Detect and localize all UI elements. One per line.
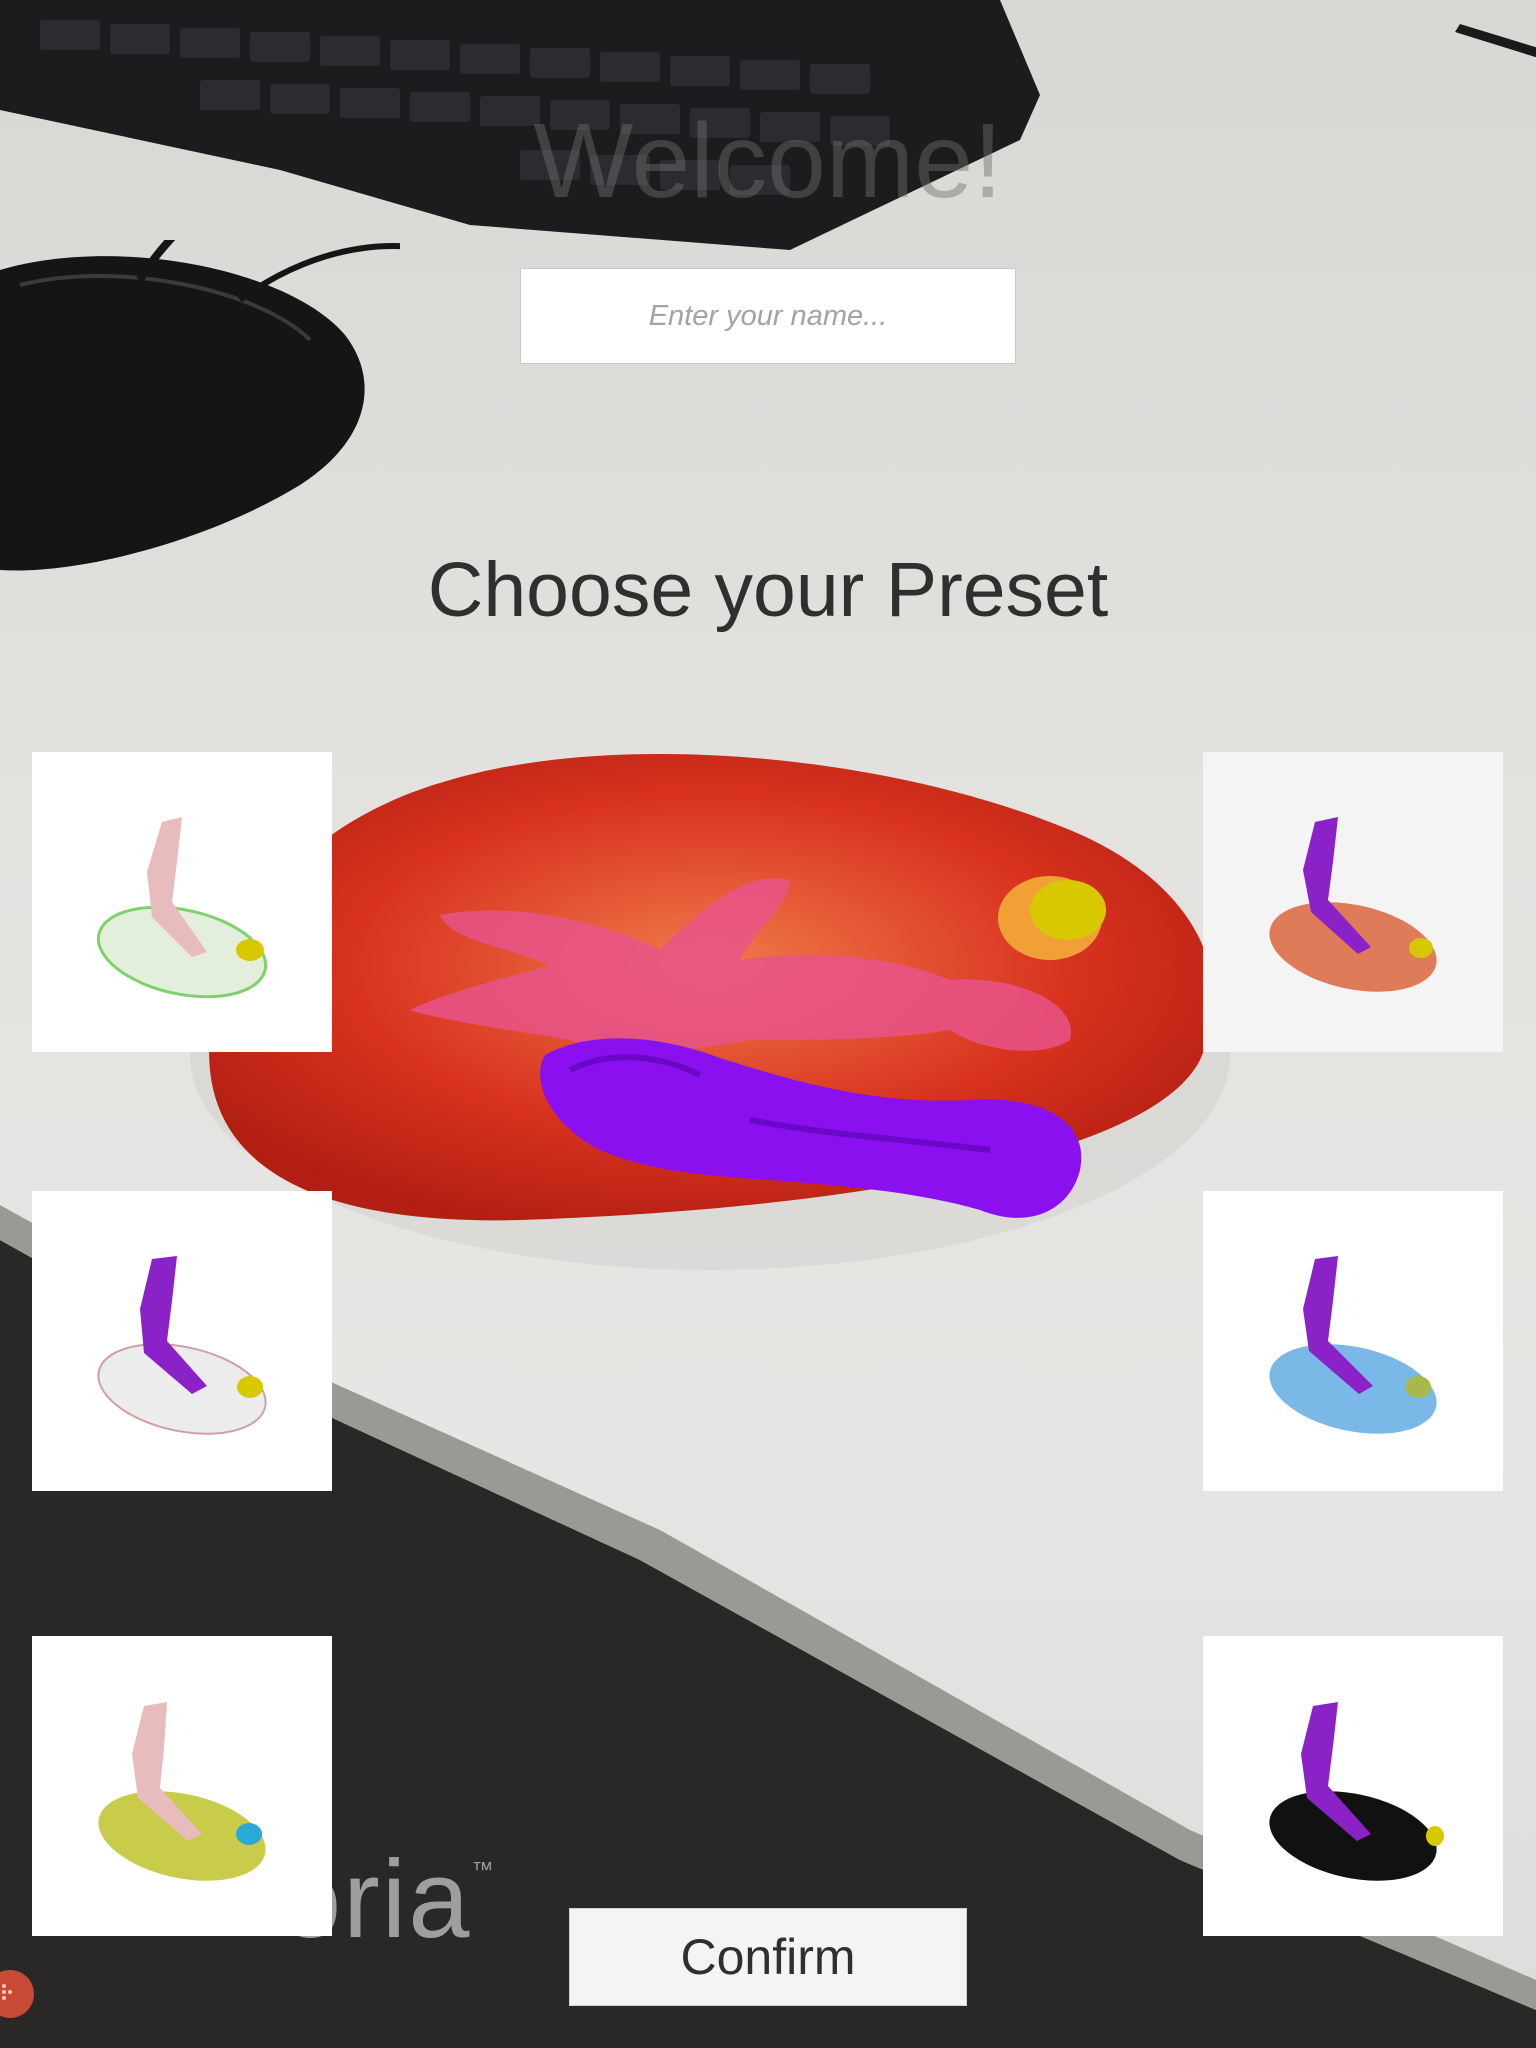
preset-option-6[interactable] — [1203, 1636, 1503, 1936]
pen-image — [1455, 24, 1536, 58]
confirm-button[interactable]: Confirm — [569, 1908, 967, 2006]
mouse-image — [0, 240, 400, 571]
anatomy-model-3d — [190, 753, 1230, 1270]
vuforia-watermark: oria™ — [280, 1845, 495, 1955]
preset-option-3[interactable] — [32, 1191, 332, 1491]
preset-option-4[interactable] — [1203, 1191, 1503, 1491]
preset-heading: Choose your Preset — [427, 547, 1109, 633]
preset-option-1[interactable] — [32, 752, 332, 1052]
watermark-tm: ™ — [471, 1857, 496, 1882]
preset-6-thumbnail — [1269, 1702, 1444, 1881]
watermark-text: oria — [280, 1838, 472, 1961]
preset-2-thumbnail — [1269, 817, 1437, 992]
name-input[interactable] — [520, 268, 1016, 364]
preset-1-thumbnail — [96, 817, 268, 999]
preset-3-thumbnail — [97, 1256, 267, 1435]
welcome-title: Welcome! — [533, 102, 1003, 220]
preset-4-thumbnail — [1269, 1256, 1437, 1434]
preset-option-2[interactable] — [1203, 752, 1503, 1052]
grid-dots-icon — [2, 1984, 12, 2000]
